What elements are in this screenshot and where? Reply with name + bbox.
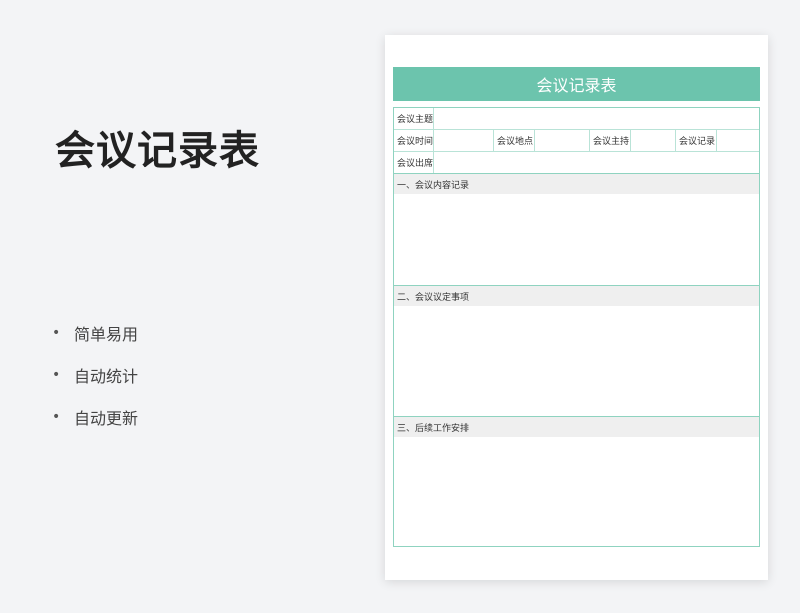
attendees-row: 会议出席 xyxy=(394,152,759,174)
content-section-label: 一、会议内容记录 xyxy=(394,174,759,194)
content-section-body xyxy=(394,194,759,285)
feature-item: • 简单易用 xyxy=(52,312,138,354)
time-label: 会议时间 xyxy=(394,130,434,151)
followup-section-body xyxy=(394,437,759,546)
bullet-icon: • xyxy=(52,367,61,383)
feature-item: • 自动统计 xyxy=(52,354,138,396)
bullet-icon: • xyxy=(52,325,61,341)
page-title: 会议记录表 xyxy=(55,128,260,174)
recorder-value-cell xyxy=(717,130,759,151)
feature-label: 自动更新 xyxy=(74,409,139,428)
attendees-value-cell xyxy=(434,152,759,173)
decisions-section-label: 二、会议议定事项 xyxy=(394,286,759,306)
content-section: 一、会议内容记录 xyxy=(394,174,759,286)
feature-item: • 自动更新 xyxy=(52,396,138,438)
feature-label: 简单易用 xyxy=(74,325,139,344)
host-label: 会议主持 xyxy=(590,130,631,151)
attendees-label: 会议出席 xyxy=(394,152,434,173)
feature-list: • 简单易用 • 自动统计 • 自动更新 xyxy=(52,312,138,438)
host-value-cell xyxy=(631,130,676,151)
place-label: 会议地点 xyxy=(494,130,535,151)
topic-value-cell xyxy=(434,108,759,129)
document-preview: 会议记录表 会议主题 会议时间 会议地点 会议主持 会议记录 会议出席 一、会议… xyxy=(385,35,768,580)
sheet-title: 会议记录表 xyxy=(393,67,760,101)
meeting-form: 会议主题 会议时间 会议地点 会议主持 会议记录 会议出席 一、会议内容记录 二… xyxy=(393,107,760,547)
topic-label: 会议主题 xyxy=(394,108,434,129)
recorder-label: 会议记录 xyxy=(676,130,717,151)
time-value-cell xyxy=(434,130,494,151)
place-value-cell xyxy=(535,130,590,151)
followup-section-label: 三、后续工作安排 xyxy=(394,417,759,437)
decisions-section-body xyxy=(394,306,759,416)
followup-section: 三、后续工作安排 xyxy=(394,417,759,546)
info-row: 会议时间 会议地点 会议主持 会议记录 xyxy=(394,130,759,152)
topic-row: 会议主题 xyxy=(394,108,759,130)
decisions-section: 二、会议议定事项 xyxy=(394,286,759,417)
feature-label: 自动统计 xyxy=(74,367,139,386)
bullet-icon: • xyxy=(52,409,61,425)
